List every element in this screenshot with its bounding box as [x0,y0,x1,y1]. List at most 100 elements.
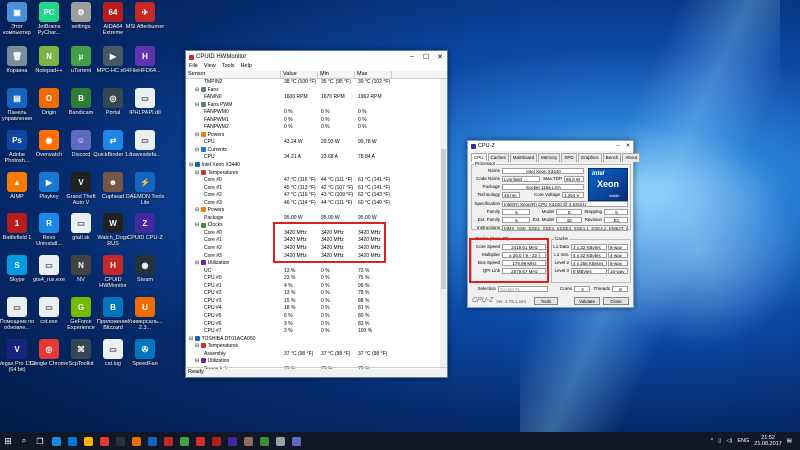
desktop-icon[interactable]: ▭ mavesdefa... [128,130,162,170]
desktop-icon[interactable]: ▶ MPC-HC x64 [96,46,130,86]
desktop-icon[interactable]: ▭ gta4_rus.exe [32,255,66,295]
desktop-icon[interactable]: ▭ Помощник по обновле... [0,297,34,337]
desktop-icon[interactable]: ⚙ settings [64,2,98,42]
sensor-row[interactable]: CPU #4 18 % 0 % 81 % [186,305,442,313]
expand-toggle-icon[interactable]: ⊟ [195,87,201,93]
tab-memory[interactable]: Memory [538,153,561,162]
minimize-button[interactable]: – [405,53,419,61]
sensor-row[interactable]: CPU #0 23 % 0 % 75 % [186,275,442,283]
desktop-icon[interactable]: ◎ Google Chrome [30,339,68,379]
sensor-row[interactable]: ⊟ Temperatures [186,343,442,351]
tab-bench[interactable]: Bench [602,153,622,162]
sensor-row[interactable]: CPU #2 13 % 0 % 78 % [186,290,442,298]
start-button[interactable]: ⊞ [0,432,16,450]
sensor-row[interactable]: ⊟ Utilization [186,358,442,366]
expand-toggle-icon[interactable]: ⊟ [189,336,195,342]
sensor-row[interactable]: Core #1 45 °C (113 °F) 42 °C (107 °F) 61 °C… [186,185,442,193]
expand-toggle-icon[interactable]: ⊟ [195,260,201,266]
sensor-row[interactable]: Core #0 47 °C (116 °F) 44 °C (111 °F) 61 °C… [186,177,442,185]
desktop-icon[interactable]: ◎ Portal [96,88,130,128]
expand-toggle-icon[interactable]: ⊟ [195,207,201,213]
expand-toggle-icon[interactable]: ⊟ [195,222,201,228]
desktop-icon[interactable]: ▭ cst.exe [32,297,66,337]
sensor-row[interactable]: CPU #7 3 % 0 % 100 % [186,328,442,336]
desktop-icon[interactable]: H FileHFO64... [128,46,162,86]
tab-spd[interactable]: SPD [561,153,577,162]
desktop-icon[interactable]: N Notepad++ [32,46,66,86]
sensor-row[interactable]: ⊟ Temperatures [186,170,442,178]
sensor-row[interactable]: CPU 34.21 A 23.68 A 78.84 A [186,154,442,162]
desktop-icon[interactable]: ◉ Overwatch [32,130,66,170]
sensor-row[interactable]: TMPIN2 38 °C (100 °F) 35 °C (95 °F) 39 °C (1… [186,79,442,87]
column-min[interactable]: Min [318,71,355,78]
sensor-row[interactable]: CPU #3 15 % 0 % 88 % [186,298,442,306]
desktop-icon[interactable]: N NV [64,255,98,295]
desktop-icon[interactable]: ◉ Steam [128,255,162,295]
sensor-row[interactable]: ⊟ TOSHIBA DT01ACA050 [186,336,442,344]
sensor-row[interactable]: CPU #6 3 % 0 % 83 % [186,321,442,329]
cpuz-minimize-button[interactable]: – [613,143,623,149]
tab-about[interactable]: About [622,153,641,162]
desktop-icon[interactable]: B Bandicam [64,88,98,128]
close-button[interactable]: ✕ [433,53,447,61]
expand-toggle-icon[interactable]: ⊟ [195,358,201,364]
desktop-icon[interactable]: H CPUID HWMonitor [96,255,130,295]
language-indicator[interactable]: ENG [737,438,749,444]
desktop-icon[interactable]: 64 AIDA64 Extreme [96,2,130,42]
taskbar-app-button[interactable] [144,432,160,450]
validate-button[interactable]: Validate [574,297,600,305]
menu-view[interactable]: View [204,63,216,71]
taskbar-app-button[interactable] [208,432,224,450]
column-sensor[interactable]: Sensor [186,71,281,78]
desktop-icon[interactable]: ▲ AIMP [0,172,34,212]
sensor-row[interactable]: ⊟ Powers [186,132,442,140]
volume-icon[interactable]: ◁) [726,438,732,444]
selection-dropdown[interactable]: Socket #1 [498,286,548,292]
desktop-icon[interactable]: B Приложение Blizzard [96,297,130,337]
taskbar-app-button[interactable] [176,432,192,450]
sensor-row[interactable]: CPU #5 6 % 0 % 80 % [186,313,442,321]
sensor-row[interactable]: FANIN0 1600 RPM 1670 RPM 1962 RPM [186,94,442,102]
desktop-icon[interactable]: 🗑 Корзина [0,46,34,86]
cpuz-titlebar[interactable]: CPU-Z – ✕ [468,141,633,151]
sensor-row[interactable]: Core #2 47 °C (116 °F) 43 °C (109 °F) 62 °C… [186,192,442,200]
expand-toggle-icon[interactable]: ⊟ [195,132,201,138]
expand-toggle-icon[interactable]: ⊟ [189,162,195,168]
desktop-icon[interactable]: O Origin [32,88,66,128]
tab-mainboard[interactable]: Mainboard [509,153,538,162]
sensor-row[interactable]: Core #3 46 °C (114 °F) 44 °C (111 °F) 60 °C… [186,200,442,208]
desktop-icon[interactable]: W Watch_Dogs RUS [96,213,130,253]
sensor-row[interactable]: ⊟ Intel Xeon X3440 [186,162,442,170]
desktop-icon[interactable]: V Grand Theft Auto V [64,172,98,212]
desktop-icon[interactable]: V Vegas Pro 13.0 (64 bit) [0,339,36,379]
desktop-icon[interactable]: R Revo Uninstall... [32,213,66,253]
sensor-row[interactable]: Assembly 37 °C (98 °F) 37 °C (98 °F) 37 °C … [186,351,442,359]
sensor-row[interactable]: CPU #1 4 % 0 % 96 % [186,283,442,291]
clock[interactable]: 21:52 21.08.2017 [754,435,782,447]
sensor-row[interactable]: FANPWM2 0 % 0 % 0 % [186,124,442,132]
desktop-icon[interactable]: ✈ MSI Afterburner [126,2,164,42]
sensor-row[interactable]: FANPWM1 0 % 0 % 0 % [186,117,442,125]
taskbar-app-button[interactable] [160,432,176,450]
desktop-icon[interactable]: ☺ Discord [64,130,98,170]
desktop-icon[interactable]: µ uTorrent [64,46,98,86]
sensor-row[interactable]: ⊟ Currents [186,147,442,155]
desktop-icon[interactable]: ⚡ DAEMON Tools Lite [126,172,164,212]
desktop-icon[interactable]: ▭ IPHLPAPI.dll [128,88,162,128]
desktop-icon[interactable]: ▭ cst.log [96,339,130,379]
taskbar-app-button[interactable] [240,432,256,450]
desktop-icon[interactable]: 1 Battlefield 1 [0,213,34,253]
sensor-row[interactable]: CPU 43.24 W 29.93 W 99.78 W [186,139,442,147]
desktop-icon[interactable]: ▭ gtaIl.sk [64,213,98,253]
taskbar-app-button[interactable] [128,432,144,450]
menu-file[interactable]: File [189,63,198,71]
taskbar-app-button[interactable] [112,432,128,450]
search-button[interactable]: ⌕ [16,432,32,450]
task-view-button[interactable]: ❐ [32,432,48,450]
tray-up-arrow-icon[interactable]: ^ [711,438,714,444]
taskbar-app-button[interactable] [256,432,272,450]
desktop-icon[interactable]: U Универсаль... 2.3... [128,297,162,337]
taskbar-app-button[interactable] [80,432,96,450]
menu-help[interactable]: Help [241,63,252,71]
expand-toggle-icon[interactable]: ⊟ [195,343,201,349]
